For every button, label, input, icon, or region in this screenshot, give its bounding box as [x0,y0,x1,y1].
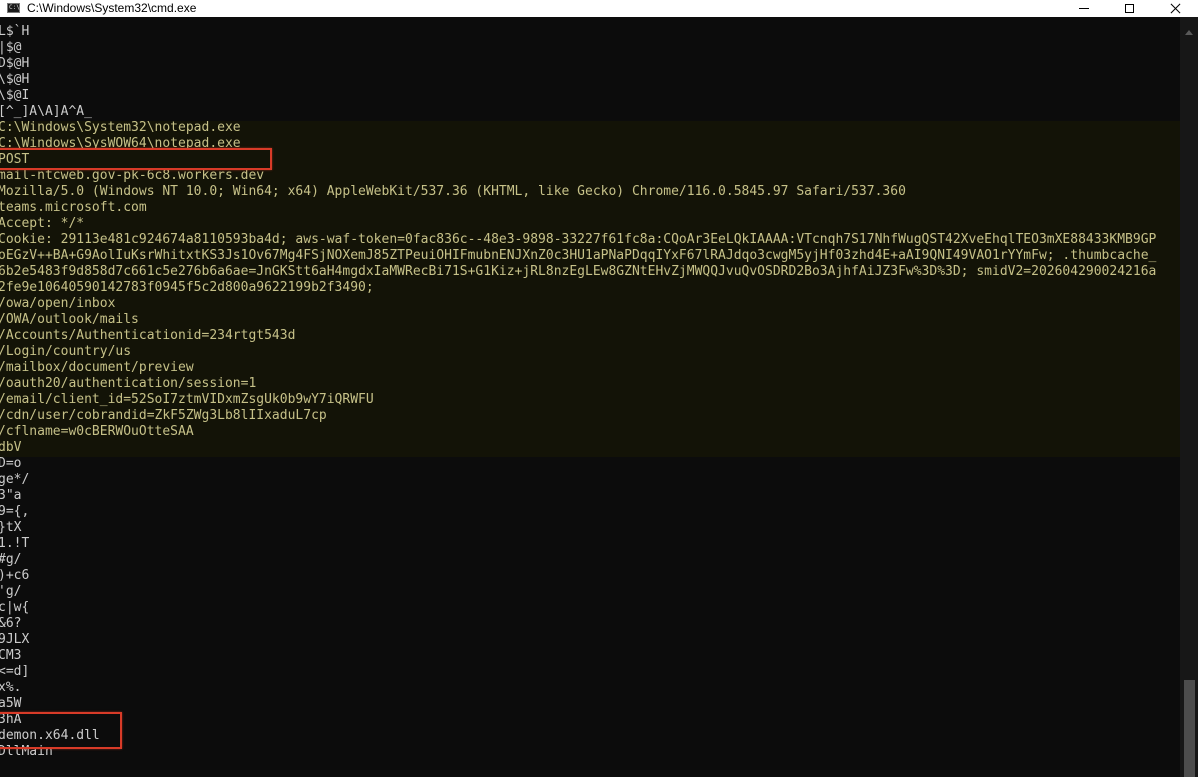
console-line: &6? [0,616,22,631]
console-line: C:\Windows\System32\notepad.exe [0,120,241,135]
console-line: /Accounts/Authenticationid=234rtgt543d [0,328,296,343]
console-line: 9={, [0,504,30,519]
console-line: teams.microsoft.com [0,200,147,215]
console-line: mail-ntcweb.gov-pk-6c8.workers.dev [0,168,265,183]
console-line: /owa/open/inbox [0,296,116,311]
console-line: 6b2e5483f9d858d7c661c5e276b6a6ae=JnGKStt… [0,264,1157,279]
console-line: 3"a [0,488,22,503]
scroll-up-arrow-icon[interactable] [1185,30,1193,35]
title-bar: C:\ C:\Windows\System32\cmd.exe [0,0,1198,17]
console-line: Mozilla/5.0 (Windows NT 10.0; Win64; x64… [0,184,906,199]
console-lines: L$`H |$@ D$@H \$@H \$@I [^_]A\A]A^A_ C:\Window… [0,24,1156,760]
console-line: )+c6 [0,568,30,583]
annotation-box-domain [0,148,272,170]
console-line: 'g/ [0,584,22,599]
console-line: 1.!T [0,536,30,551]
window-title: C:\Windows\System32\cmd.exe [27,1,197,15]
console-line: <=d] [0,664,30,679]
minimize-button[interactable] [1061,0,1107,17]
console-line: 9JLX [0,632,30,647]
console-line: c|w{ [0,600,30,615]
console-line: /cdn/user/cobrandid=ZkF5ZWg3Lb8lIIxaduL7… [0,408,327,423]
console-line: /mailbox/document/preview [0,360,194,375]
console-line: |$@ [0,40,22,55]
console-line: /email/client_id=52SoI7ztmVIDxmZsgUk0b9w… [0,392,374,407]
console-line: a5W [0,696,22,711]
console-line: /cflname=w0cBERWOuOtteSAA [0,424,194,439]
console-line: oEGzV++BA+G9AolIuKsrWhitxtKS3Js1Ov67Mg4F… [0,248,1157,263]
close-button[interactable] [1152,0,1198,17]
console-line: /Login/country/us [0,344,132,359]
console-line: [^_]A\A]A^A_ [0,104,92,119]
close-icon [1170,3,1181,14]
console-line: D$@H [0,56,30,71]
console-line: Cookie: 29113e481c924674a8110593ba4d; aw… [0,232,1157,247]
console-line: }tX [0,520,22,535]
vertical-scrollbar[interactable] [1180,17,1198,777]
annotation-box-dll [0,712,122,749]
console-line: /oauth20/authentication/session=1 [0,376,257,391]
console-line: ge*/ [0,472,30,487]
console-line: dbV [0,440,22,455]
console-line: 3hA [0,712,22,727]
console-line: CM3 [0,648,22,663]
cmd-icon[interactable]: C:\ [7,3,20,13]
minimize-icon [1079,8,1089,9]
console-line: DllMain [0,744,53,759]
maximize-button[interactable] [1106,0,1152,17]
console-line: D=o [0,456,22,471]
scrollbar-thumb[interactable] [1184,680,1195,777]
console-line: 2fe9e10640590142783f0945f5c2d800a9622199… [0,280,374,295]
maximize-icon [1124,4,1134,13]
console-output[interactable]: L$`H |$@ D$@H \$@H \$@I [^_]A\A]A^A_ C:\Window… [0,17,1180,777]
console-line: \$@H [0,72,30,87]
console-line: Accept: */* [0,216,85,231]
console-line: x%. [0,680,22,695]
console-line: #g/ [0,552,22,567]
console-line: L$`H [0,24,30,39]
console-line: \$@I [0,88,30,103]
console-line: demon.x64.dll [0,728,100,743]
console-line: /OWA/outlook/mails [0,312,139,327]
